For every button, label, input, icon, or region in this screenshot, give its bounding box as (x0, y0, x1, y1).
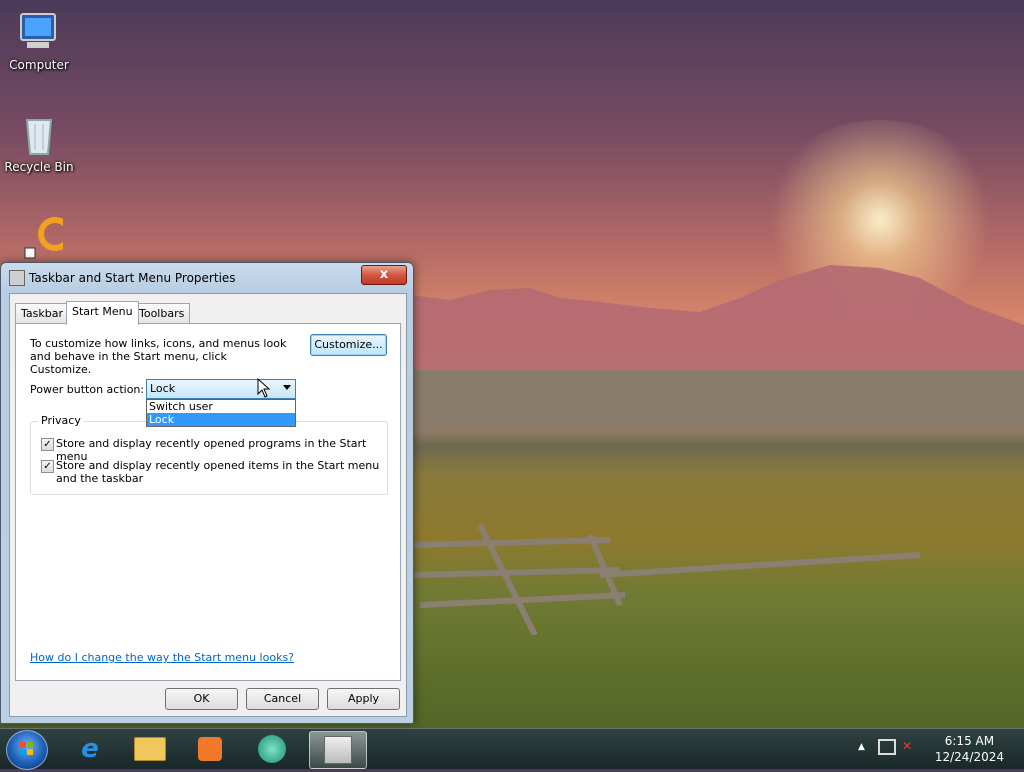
taskbar-browser-button[interactable] (244, 731, 300, 767)
desktop-icon-computer[interactable]: Computer (4, 8, 74, 72)
dialog-client: Taskbar Start Menu Toolbars To customize… (9, 293, 407, 717)
start-menu-tab-panel: To customize how links, icons, and menus… (15, 323, 401, 681)
cancel-button[interactable]: Cancel (246, 688, 319, 710)
clock-date: 12/24/2024 (934, 750, 1004, 764)
desktop-icon-recycle-bin[interactable]: Recycle Bin (4, 110, 74, 174)
browser-icon (258, 735, 286, 763)
show-hidden-icons-icon[interactable]: ▲ (858, 742, 865, 752)
dialog-icon (9, 270, 25, 286)
customize-button[interactable]: Customize... (310, 334, 387, 356)
dialog-title: Taskbar and Start Menu Properties (29, 271, 236, 285)
checkbox-recent-programs[interactable]: ✓ (41, 438, 54, 451)
app-shortcut-icon (15, 214, 72, 262)
taskbar-explorer-button[interactable] (122, 731, 178, 767)
chevron-down-icon (283, 385, 291, 390)
tab-taskbar[interactable]: Taskbar (15, 303, 69, 324)
power-button-label: Power button action: (30, 383, 145, 396)
taskbar-properties-button[interactable] (309, 731, 367, 769)
description-text: To customize how links, icons, and menus… (30, 337, 287, 376)
desktop-icon-label: Recycle Bin (4, 160, 74, 174)
recycle-bin-icon (15, 110, 63, 158)
power-button-dropdown: Switch user Lock (146, 399, 296, 427)
desktop-icon-shortcut[interactable] (4, 214, 74, 264)
checkbox-recent-items[interactable]: ✓ (41, 460, 54, 473)
taskbar: e ▲ ✕ 6:15 AM 12/24/2024 (0, 728, 1024, 770)
clock[interactable]: 6:15 AM 12/24/2024 (935, 733, 1004, 765)
desktop-icon-label: Computer (9, 58, 69, 72)
taskbar-ie-button[interactable]: e (62, 731, 118, 767)
power-button-action-select[interactable]: Lock (146, 379, 296, 399)
windows-logo-icon (20, 742, 33, 755)
taskbar-media-player-button[interactable] (182, 731, 238, 767)
apply-button[interactable]: Apply (327, 688, 400, 710)
start-button[interactable] (6, 730, 48, 770)
dropdown-option-lock[interactable]: Lock (147, 413, 295, 426)
tab-start-menu[interactable]: Start Menu (66, 301, 139, 325)
help-link[interactable]: How do I change the way the Start menu l… (30, 651, 294, 664)
mouse-cursor-icon (257, 378, 271, 398)
system-tray: ▲ ✕ 6:15 AM 12/24/2024 (854, 729, 1024, 769)
dropdown-option-switch-user[interactable]: Switch user (147, 400, 295, 413)
wooden-fence (409, 523, 920, 635)
properties-icon (324, 736, 352, 764)
network-icon[interactable] (878, 739, 896, 755)
tab-toolbars[interactable]: Toolbars (133, 303, 191, 324)
ok-button[interactable]: OK (165, 688, 238, 710)
computer-icon (15, 8, 63, 56)
checkbox-recent-items-label: Store and display recently opened items … (56, 459, 380, 485)
close-button[interactable]: x (361, 265, 407, 285)
clock-time: 6:15 AM (944, 734, 995, 748)
ie-icon: e (81, 734, 99, 764)
taskbar-start-menu-properties-dialog: Taskbar and Start Menu Properties x Task… (0, 262, 414, 724)
volume-muted-icon[interactable]: ✕ (902, 739, 912, 753)
media-player-icon (198, 737, 222, 761)
privacy-label: Privacy (38, 414, 84, 427)
folder-icon (134, 737, 166, 761)
power-button-value: Lock (150, 382, 176, 395)
